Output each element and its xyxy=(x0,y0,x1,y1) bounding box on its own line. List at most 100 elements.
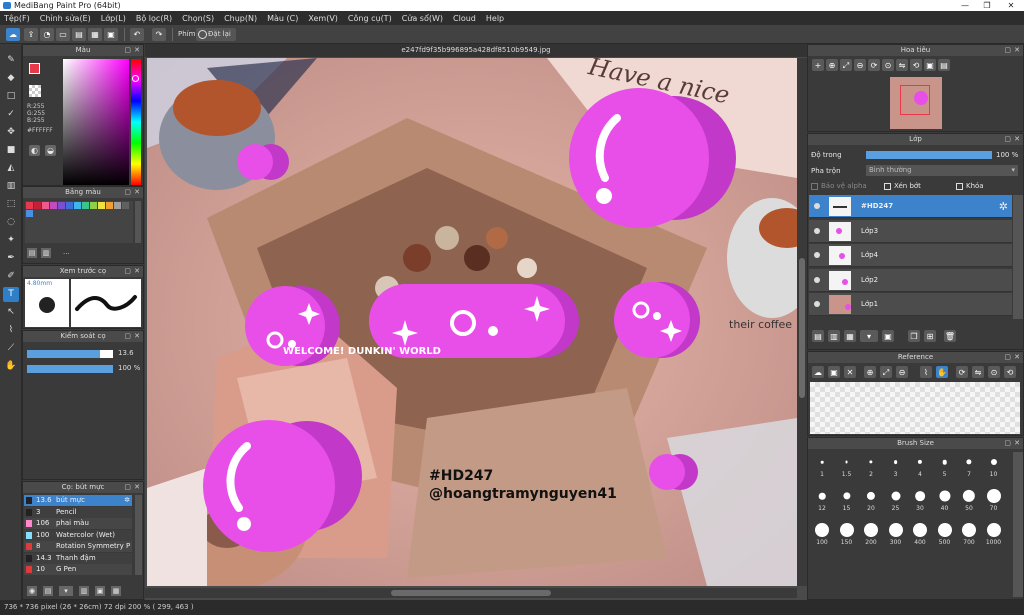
shape-tool-icon[interactable]: ■ xyxy=(3,143,19,158)
new-8bit-layer-icon[interactable]: ▦ xyxy=(844,330,856,342)
layer-row[interactable]: Lớp3 xyxy=(809,219,1012,243)
new-halftone-layer-icon[interactable]: ▥ xyxy=(828,330,840,342)
zoom-in-icon[interactable]: ⊕ xyxy=(826,59,838,71)
select-tool-icon[interactable]: ⬚ xyxy=(3,197,19,212)
rotate-icon[interactable]: ⟳ xyxy=(868,59,880,71)
palette-swatch[interactable] xyxy=(90,202,97,209)
vertical-scroll-thumb[interactable] xyxy=(799,258,805,398)
brush-list-item[interactable]: 100 Watercolor (Wet) xyxy=(24,529,132,541)
cloud-icon[interactable]: ☁ xyxy=(6,28,20,41)
duplicate-layer-icon[interactable]: ❐ xyxy=(908,330,920,342)
brush-list-item[interactable]: 14.3 Thanh đậm xyxy=(24,552,132,564)
close-panel-icon[interactable]: ✕ xyxy=(134,331,140,342)
brush-size-cell[interactable]: 100 xyxy=(810,520,834,546)
eye-icon[interactable] xyxy=(814,203,820,209)
page-icon[interactable]: ▤ xyxy=(72,28,86,41)
menu-color[interactable]: Màu (C) xyxy=(267,14,298,23)
close-panel-icon[interactable]: ✕ xyxy=(1014,134,1020,145)
close-panel-icon[interactable]: ✕ xyxy=(134,45,140,56)
float-icon[interactable]: ▢ xyxy=(1004,134,1011,145)
export-icon[interactable]: ▣ xyxy=(104,28,118,41)
menu-snap[interactable]: Chụp(N) xyxy=(224,14,257,23)
brush-size-cell[interactable]: 4 xyxy=(908,452,932,478)
clipping-checkbox[interactable] xyxy=(884,183,891,190)
hue-handle[interactable] xyxy=(132,75,139,82)
eyedropper-icon[interactable]: ⌇ xyxy=(920,366,932,378)
brush-size-cell[interactable]: 10 xyxy=(982,452,1006,478)
float-icon[interactable]: ▢ xyxy=(124,45,131,56)
select-pen-tool-icon[interactable]: ✒ xyxy=(3,251,19,266)
divide-tool-icon[interactable]: ⟋ xyxy=(3,341,19,356)
zoom-out-icon[interactable]: ⊖ xyxy=(896,366,908,378)
canvas[interactable]: Have a nice WELCOME! DUNKIN' WORLD their… xyxy=(147,58,797,586)
brush-size-cell[interactable]: 200 xyxy=(859,520,883,546)
palette-more[interactable]: ... xyxy=(63,248,70,256)
hue-slider[interactable] xyxy=(131,59,141,185)
text-tool-icon[interactable]: T xyxy=(3,287,19,302)
layer-row[interactable]: Lớp4 xyxy=(809,244,1012,267)
lock-checkbox[interactable] xyxy=(956,183,963,190)
brush-size-cell[interactable]: 20 xyxy=(859,486,883,512)
brush-size-cell[interactable]: 50 xyxy=(957,486,981,512)
new-brush-icon[interactable]: ▤ xyxy=(43,586,53,596)
palette-swatch[interactable] xyxy=(74,202,81,209)
brush-size-cell[interactable]: 30 xyxy=(908,486,932,512)
float-icon[interactable]: ▢ xyxy=(124,187,131,198)
hand-tool-icon[interactable]: ✋ xyxy=(3,359,19,374)
new-palette-icon[interactable]: ▤ xyxy=(27,248,37,258)
eye-icon[interactable] xyxy=(814,252,820,258)
layer-row[interactable]: #HD247 ✲ xyxy=(809,195,1012,218)
dot-tool-icon[interactable]: □ xyxy=(3,89,19,104)
delete-palette-icon[interactable]: ▥ xyxy=(41,248,51,258)
select-eraser-tool-icon[interactable]: ✐ xyxy=(3,269,19,284)
layer-row[interactable]: Lớp2 xyxy=(809,268,1012,292)
palette-swatch[interactable] xyxy=(98,202,105,209)
brush-size-cell[interactable]: 15 xyxy=(835,486,859,512)
brush-size-cell[interactable]: 5 xyxy=(933,452,957,478)
brush-list-item[interactable]: 13.6 bút mực ✲ xyxy=(24,495,132,506)
close-panel-icon[interactable]: ✕ xyxy=(134,187,140,198)
close-reference-icon[interactable]: ✕ xyxy=(844,366,856,378)
palette-swatch[interactable] xyxy=(66,202,73,209)
brush-opacity-slider[interactable] xyxy=(27,365,113,373)
fit-icon[interactable]: ⤢ xyxy=(840,59,852,71)
brush-list-item[interactable]: 10 G Pen xyxy=(24,564,132,575)
transparent-color[interactable] xyxy=(29,85,41,97)
brush-size-cell[interactable]: 7 xyxy=(957,452,981,478)
float-icon[interactable]: ▢ xyxy=(1004,45,1011,56)
hand-icon[interactable]: ✋ xyxy=(936,366,948,378)
close-panel-icon[interactable]: ✕ xyxy=(134,266,140,277)
brush-size-cell[interactable]: 300 xyxy=(884,520,908,546)
brush-size-cell[interactable]: 1000 xyxy=(982,520,1006,546)
reset-snap-button[interactable]: Đặt lại xyxy=(196,28,236,41)
check-tool-icon[interactable]: ✓ xyxy=(3,107,19,122)
delete-brush-icon[interactable]: ▦ xyxy=(111,586,121,596)
reference-canvas[interactable] xyxy=(810,382,1020,434)
menu-cloud[interactable]: Cloud xyxy=(453,14,476,23)
palette-swatch[interactable] xyxy=(34,202,41,209)
cloud-reference-icon[interactable]: ☁ xyxy=(812,366,824,378)
canvas-horizontal-scrollbar[interactable] xyxy=(145,588,797,598)
horizontal-scroll-thumb[interactable] xyxy=(391,590,551,596)
float-icon[interactable]: ▢ xyxy=(124,331,131,342)
foreground-color[interactable] xyxy=(29,63,40,74)
restore-button[interactable]: ❐ xyxy=(976,0,998,11)
eyedropper-tool-icon[interactable]: ⌇ xyxy=(3,323,19,338)
palette-swatch[interactable] xyxy=(82,202,89,209)
color-wheel-icon[interactable]: ◐ xyxy=(29,145,40,156)
menu-tools[interactable]: Công cụ(T) xyxy=(348,14,392,23)
layer-menu-icon[interactable]: ▾ xyxy=(860,330,878,342)
menu-filter[interactable]: Bộ lọc(R) xyxy=(136,14,172,23)
brush-size-cell[interactable]: 70 xyxy=(982,486,1006,512)
layer-list-scrollbar[interactable] xyxy=(1013,195,1023,319)
rotate-left-icon[interactable]: ⟲ xyxy=(1004,366,1016,378)
file-tab[interactable]: e247fd9f35b996895a428df8510b9549.jpg xyxy=(145,44,807,57)
chat-icon[interactable]: ▭ xyxy=(56,28,70,41)
reset-view-icon[interactable]: ▣ xyxy=(924,59,936,71)
close-button[interactable]: ✕ xyxy=(1000,0,1022,11)
menu-window[interactable]: Cửa sổ(W) xyxy=(402,14,443,23)
palette-swatch[interactable] xyxy=(122,202,129,209)
brush-size-cell[interactable]: 500 xyxy=(933,520,957,546)
brush-list-item[interactable]: 8 Rotation Symmetry Pe xyxy=(24,541,132,552)
float-icon[interactable]: ▢ xyxy=(1004,352,1011,363)
